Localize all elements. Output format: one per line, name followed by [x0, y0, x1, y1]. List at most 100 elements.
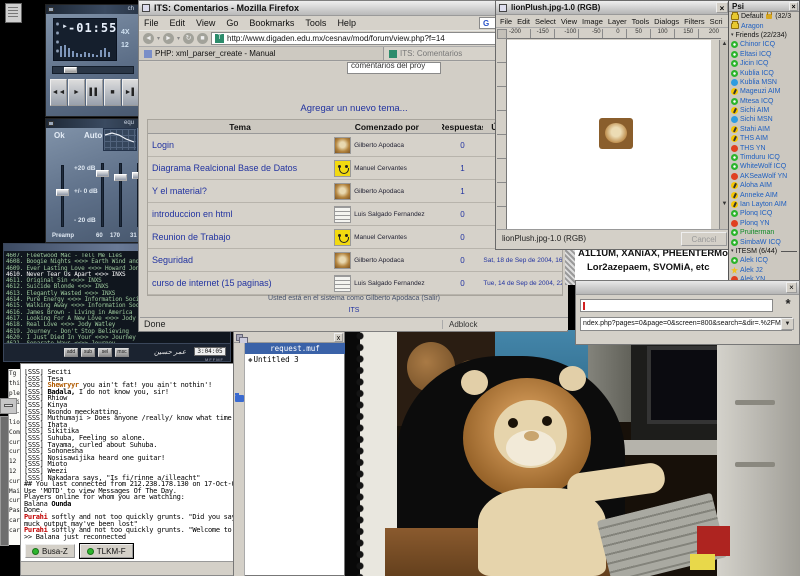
tab-1[interactable]: PHP: xml_parser_create - Manual	[139, 47, 384, 60]
window-icon[interactable]	[499, 4, 507, 12]
session-button-busa-z[interactable]: Busa-Z	[25, 544, 75, 558]
cancel-button[interactable]: Cancel	[681, 232, 727, 246]
close-icon[interactable]: ×	[789, 2, 798, 11]
buddy-item[interactable]: Plonq YN	[729, 219, 799, 228]
buddy-item[interactable]: Anneke AIM	[729, 190, 799, 199]
buddy-item[interactable]: Kublia MSN	[729, 78, 799, 87]
eq-band-slider[interactable]	[114, 163, 128, 227]
topic-link[interactable]: curso de internet (15 paginas)	[148, 272, 332, 294]
eq-on-button[interactable]: Ok	[54, 131, 65, 140]
session-button-tlkm-f[interactable]: TLKM-F	[80, 544, 133, 558]
buddy-item[interactable]: Mtesa ICQ	[729, 97, 799, 106]
psi-titlebar[interactable]: Psi ×	[729, 1, 799, 12]
playlist-msc-button[interactable]: msc	[115, 348, 129, 357]
editor-titlebar[interactable]: x	[234, 332, 344, 343]
preamp-slider[interactable]	[56, 165, 70, 227]
buddy-item[interactable]: Sichi AIM	[729, 106, 799, 115]
buddy-item[interactable]: WhiteWolf ICQ	[729, 162, 799, 171]
buddy-item[interactable]: Alek ICQ	[729, 256, 799, 265]
close-icon[interactable]: ×	[786, 282, 797, 293]
author-name[interactable]: Gilberto Apodaca	[354, 257, 404, 264]
menu-item-bookmarks[interactable]: Bookmarks	[249, 18, 294, 28]
buffer-list-item[interactable]: ◆Untitled 3	[245, 354, 345, 365]
topic-link[interactable]: Diagrama Realcional Base de Datos	[148, 157, 332, 179]
gimp-menu-select[interactable]: Select	[535, 17, 556, 26]
buddy-item[interactable]: Plonq ICQ	[729, 209, 799, 218]
eq-auto-button[interactable]: Auto	[84, 131, 102, 140]
topic-link[interactable]: Login	[148, 134, 332, 156]
folder-icon[interactable]	[235, 395, 244, 402]
eq-band-slider[interactable]	[96, 163, 110, 227]
topic-link[interactable]: Y el material?	[148, 180, 332, 202]
buddy-item[interactable]: THS AIM	[729, 134, 799, 143]
gimp-menu-layer[interactable]: Layer	[608, 17, 627, 26]
close-icon[interactable]: x	[334, 333, 343, 342]
prev-button[interactable]: ◄◄	[50, 79, 67, 106]
fragment-titlebar[interactable]: ×	[576, 281, 799, 295]
menu-item-file[interactable]: File	[144, 18, 159, 28]
next-button[interactable]: ►▌	[122, 79, 139, 106]
buddy-item[interactable]: Sichi MSN	[729, 115, 799, 124]
desktop-icon[interactable]	[2, 2, 26, 28]
window-icon[interactable]	[142, 4, 150, 12]
author-name[interactable]: Luis Salgado Fernandez	[354, 280, 424, 287]
author-name[interactable]: Manuel Cervantes	[354, 165, 407, 172]
back-dropdown-icon[interactable]: ▾	[157, 35, 160, 42]
pause-button[interactable]: ▌▌	[86, 79, 103, 106]
gimp-menu-file[interactable]: File	[500, 17, 512, 26]
buddy-item[interactable]: THS YN	[729, 143, 799, 152]
playlist-sub-button[interactable]: sub	[81, 348, 95, 357]
group-itesm[interactable]: ▾ITESM (6/44)	[729, 247, 799, 256]
equalizer-menu-icon[interactable]	[48, 121, 54, 126]
menu-item-edit[interactable]: Edit	[170, 18, 186, 28]
back-icon[interactable]: ◄	[143, 33, 154, 44]
close-icon[interactable]: ×	[716, 2, 728, 13]
gimp-menu-view[interactable]: View	[561, 17, 577, 26]
menu-item-tools[interactable]: Tools	[305, 18, 326, 28]
buddy-item[interactable]: Timduru ICQ	[729, 153, 799, 162]
playlist-sel-button[interactable]: sel	[98, 348, 112, 357]
buddy-item[interactable]: Stahi AIM	[729, 125, 799, 134]
gimp-titlebar[interactable]: lionPlush.jpg-1.0 (RGB) ×	[496, 1, 730, 15]
buddy-item[interactable]: Mageuzi AIM	[729, 87, 799, 96]
topic-link[interactable]: Reunion de Trabajo	[148, 226, 332, 248]
playlist-add-button[interactable]: add	[64, 348, 78, 357]
menu-item-view[interactable]: View	[196, 18, 215, 28]
address-combobox[interactable]: ndex.php?pages=0&page=0&screen=800&searc…	[580, 317, 792, 331]
play-button[interactable]: ►	[68, 79, 85, 106]
buddy-item[interactable]: AKSeaWolf YN	[729, 172, 799, 181]
gimp-menu-tools[interactable]: Tools	[632, 17, 650, 26]
forward-dropdown-icon[interactable]: ▾	[177, 35, 180, 42]
window-menu-box[interactable]	[0, 398, 17, 414]
buddy-item[interactable]: Alek J2	[729, 266, 799, 275]
gimp-canvas[interactable]	[507, 40, 711, 230]
buddy-item[interactable]: Jicin ICQ	[729, 59, 799, 68]
adblock-status[interactable]: Adblock	[442, 320, 477, 329]
menu-item-help[interactable]: Help	[337, 18, 356, 28]
stop-icon[interactable]: ■	[197, 33, 208, 44]
roster-folder-aragon[interactable]: Aragon	[729, 21, 799, 30]
chevron-down-icon[interactable]: ▼	[781, 318, 794, 330]
profile-row[interactable]: Default(32/3	[729, 12, 799, 21]
gimp-menu-image[interactable]: Image	[582, 17, 603, 26]
author-name[interactable]: Manuel Cervantes	[354, 234, 407, 241]
seek-handle[interactable]	[64, 67, 77, 73]
reload-icon[interactable]: ↻	[183, 33, 194, 44]
buddy-item[interactable]: Ian Layton AIM	[729, 200, 799, 209]
topic-link[interactable]: Seguridad	[148, 249, 332, 271]
stop-button[interactable]: ■	[104, 79, 121, 106]
topic-link[interactable]: introduccion en html	[148, 203, 332, 225]
author-name[interactable]: Gilberto Apodaca	[354, 142, 404, 149]
buddy-item[interactable]: SimbaW ICQ	[729, 237, 799, 246]
site-home-link[interactable]: ITS	[140, 307, 568, 314]
winamp-menu-icon[interactable]	[48, 7, 54, 12]
last-post-date[interactable]: Tue, 14 de Sep de 2004, 22:10	[483, 272, 562, 294]
search-field[interactable]	[580, 299, 773, 312]
winamp-seek-bar[interactable]	[52, 66, 134, 74]
ruler-corner[interactable]	[497, 29, 507, 39]
buffer-list-item[interactable]: request.muf	[245, 343, 345, 354]
buddy-item[interactable]: Chinor ICQ	[729, 40, 799, 49]
buddy-item[interactable]: Pruiterman	[729, 228, 799, 237]
gear-icon[interactable]: *	[781, 297, 795, 311]
author-name[interactable]: Gilberto Apodaca	[354, 188, 404, 195]
